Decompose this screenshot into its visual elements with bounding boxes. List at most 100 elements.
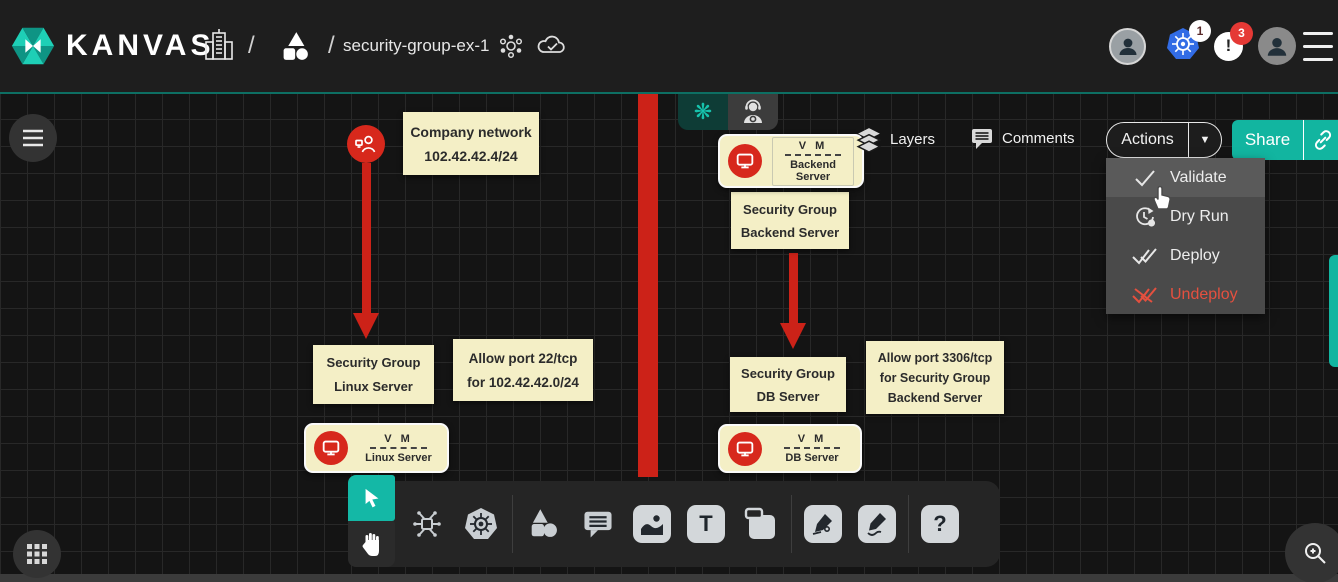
note-allow-3306[interactable]: Allow port 3306/tcp for Security Group B…	[866, 341, 1004, 414]
arrow-company-to-sg-linux[interactable]	[362, 163, 371, 315]
note-sg-backend[interactable]: Security Group Backend Server	[731, 192, 849, 249]
vm-monitor-icon	[314, 431, 348, 465]
cursor-arrow-icon	[361, 487, 383, 509]
molecule-icon[interactable]	[498, 0, 524, 92]
actions-label: Actions	[1107, 131, 1188, 149]
note-line: Linux Server	[334, 379, 413, 394]
vm-node-db[interactable]: V M DB Server	[718, 424, 862, 473]
kubernetes-status-icon[interactable]: 1	[1165, 26, 1201, 67]
sticky-note-icon	[741, 505, 779, 543]
share-button[interactable]: Share	[1232, 120, 1338, 160]
vm-subtitle: Backend Server	[779, 159, 847, 183]
note-line: Backend Server	[888, 391, 983, 405]
zoom-button[interactable]	[1285, 523, 1338, 582]
note-line: Security Group	[743, 202, 837, 217]
vm-node-backend[interactable]: V M Backend Server	[718, 134, 864, 188]
note-line: Security Group	[741, 366, 835, 381]
vm-divider	[370, 447, 427, 449]
alerts-icon[interactable]: ! 3	[1214, 32, 1243, 61]
note-sg-db[interactable]: Security Group DB Server	[730, 357, 846, 412]
note-line: for 102.42.42.0/24	[467, 375, 579, 390]
image-tool-button[interactable]	[625, 505, 679, 543]
spiral-icon: ❋	[694, 101, 712, 123]
menu-item-label: Deploy	[1170, 247, 1220, 265]
share-label: Share	[1232, 130, 1303, 150]
canvas-top-accent	[0, 92, 1338, 94]
menu-item-undeploy[interactable]: Undeploy	[1106, 275, 1265, 314]
note-line: Allow port 3306/tcp	[878, 351, 993, 365]
note-line: Allow port 22/tcp	[469, 351, 578, 366]
select-tool-button[interactable]	[348, 475, 395, 521]
menu-item-label: Undeploy	[1170, 286, 1238, 304]
text-tool-button[interactable]: T	[679, 505, 733, 543]
copy-link-icon[interactable]	[1304, 129, 1338, 151]
user-avatar[interactable]	[1258, 27, 1296, 65]
layers-button[interactable]: Layers	[856, 126, 935, 152]
cloud-sync-icon[interactable]	[536, 0, 568, 92]
vm-monitor-icon	[728, 432, 762, 466]
vm-divider	[785, 154, 841, 156]
arrow-sgbackend-to-sgdb[interactable]	[789, 253, 798, 325]
actions-dropdown-menu: Validate Dry Run Deploy	[1106, 158, 1265, 314]
chevron-down-icon[interactable]: ▼	[1189, 134, 1221, 146]
hand-icon	[360, 531, 384, 557]
toolbar-divider	[908, 495, 909, 553]
kanvas-app: KANVAS / / security-group-ex-1	[0, 0, 1338, 582]
vm-divider	[784, 447, 840, 449]
circuit-icon	[410, 507, 444, 541]
note-line: Company network	[410, 124, 531, 140]
menu-item-deploy[interactable]: Deploy	[1106, 236, 1265, 275]
connector-pen-tool-button[interactable]	[796, 505, 850, 543]
menu-item-validate[interactable]: Validate	[1106, 158, 1265, 197]
header-menu-icon[interactable]	[1303, 0, 1333, 92]
app-name[interactable]: KANVAS	[66, 29, 214, 63]
undeploy-crossed-check-icon	[1132, 286, 1158, 304]
canvas-menu-button[interactable]	[9, 114, 57, 162]
image-icon	[633, 505, 671, 543]
pencil-scribble-icon	[858, 505, 896, 543]
kanvas-logo-icon[interactable]	[10, 23, 56, 69]
comments-button[interactable]: Comments	[970, 126, 1075, 150]
horizontal-scrollbar[interactable]	[0, 574, 1338, 582]
actions-button[interactable]: Actions ▼	[1106, 122, 1222, 158]
org-breadcrumb-icon[interactable]	[204, 0, 234, 92]
vm-subtitle: DB Server	[778, 452, 846, 464]
note-sg-linux[interactable]: Security Group Linux Server	[313, 345, 434, 404]
apps-grid-button[interactable]	[13, 530, 61, 578]
note-line: 102.42.42.4/24	[424, 148, 517, 164]
network-boundary-bar[interactable]	[638, 94, 658, 477]
kubernetes-tool-button[interactable]	[454, 506, 508, 542]
vm-title: V M	[779, 140, 847, 152]
menu-item-dry-run[interactable]: Dry Run	[1106, 197, 1265, 236]
help-icon: ?	[921, 505, 959, 543]
vm-title: V M	[778, 433, 846, 445]
pan-tool-button[interactable]	[348, 521, 395, 567]
kubernetes-wheel-icon	[463, 506, 499, 542]
sticky-note-tool-button[interactable]	[733, 505, 787, 543]
project-breadcrumb-icon[interactable]	[278, 0, 310, 92]
note-line: Security Group	[327, 355, 421, 370]
comment-tool-button[interactable]	[571, 508, 625, 540]
support-agent-button[interactable]	[728, 94, 778, 130]
note-allow-22[interactable]: Allow port 22/tcp for 102.42.42.0/24	[453, 339, 593, 401]
menu-item-label: Validate	[1170, 169, 1227, 187]
note-company-network[interactable]: Company network 102.42.42.4/24	[403, 112, 539, 175]
board-title[interactable]: security-group-ex-1	[343, 36, 489, 56]
freehand-pencil-tool-button[interactable]	[850, 505, 904, 543]
comment-icon	[582, 508, 614, 540]
help-button[interactable]: ?	[913, 505, 967, 543]
cursor-hand-icon	[1148, 183, 1174, 216]
layers-icon	[856, 126, 882, 152]
company-network-node[interactable]	[347, 125, 385, 163]
layers-label: Layers	[890, 131, 935, 148]
meshery-spiral-button[interactable]: ❋	[678, 94, 728, 130]
shapes-tool-button[interactable]	[517, 508, 571, 540]
breadcrumb-separator: /	[328, 32, 335, 60]
menu-item-label: Dry Run	[1170, 208, 1229, 226]
vm-node-linux[interactable]: V M Linux Server	[304, 423, 449, 473]
arrowhead	[353, 313, 379, 339]
infrastructure-tool-button[interactable]	[400, 507, 454, 541]
side-panel-handle[interactable]	[1329, 255, 1338, 367]
collaborator-avatar[interactable]	[1109, 28, 1146, 65]
alerts-count-badge: 3	[1230, 22, 1253, 45]
